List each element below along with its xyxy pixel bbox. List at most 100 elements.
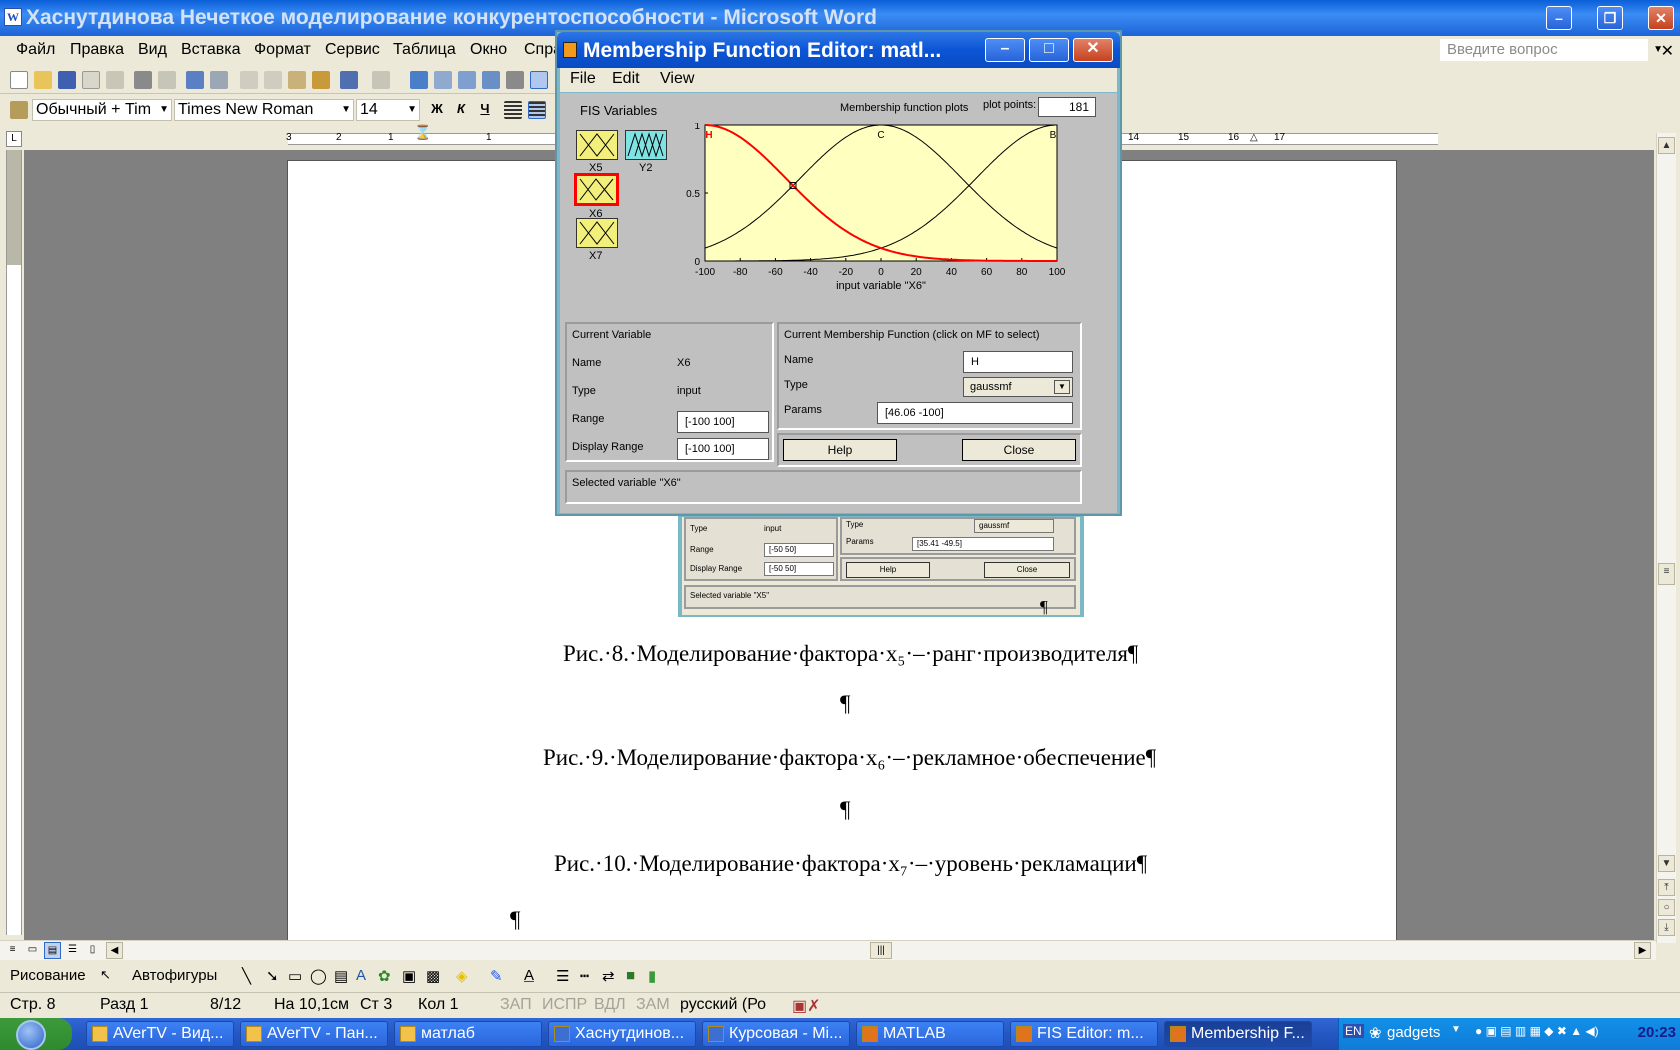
- print-icon[interactable]: [134, 71, 152, 89]
- oval-icon[interactable]: ◯: [310, 967, 327, 985]
- insert-table-icon[interactable]: [458, 71, 476, 89]
- taskbar-item-avertv-panel[interactable]: AVerTV - Пан...: [240, 1021, 388, 1047]
- paste-icon[interactable]: [288, 71, 306, 89]
- start-button[interactable]: [0, 1018, 72, 1050]
- spelling-status-icon[interactable]: ▣✗: [792, 996, 821, 1016]
- draw-menu[interactable]: Рисование: [10, 967, 86, 984]
- font-combo[interactable]: Times New Roman ▼: [174, 99, 354, 121]
- indent-marker-icon[interactable]: ⌛: [414, 124, 431, 141]
- previous-page-icon[interactable]: ⤒: [1658, 879, 1675, 896]
- ask-question-input[interactable]: Введите вопрос: [1440, 39, 1663, 61]
- shadow-icon[interactable]: ■: [626, 967, 635, 984]
- insert-excel-icon[interactable]: [482, 71, 500, 89]
- new-document-icon[interactable]: [10, 71, 28, 89]
- normal-view-icon[interactable]: ≡: [4, 942, 21, 959]
- clipart-icon[interactable]: ▣: [402, 967, 416, 985]
- 3d-icon[interactable]: ▮: [648, 967, 656, 985]
- font-color-icon[interactable]: A: [524, 967, 534, 984]
- textbox-icon[interactable]: ▤: [334, 967, 348, 985]
- scroll-up-icon[interactable]: ▲: [1658, 137, 1675, 154]
- picture-icon[interactable]: ▩: [426, 967, 440, 985]
- membership-function-plot[interactable]: -100 -80 -60 -40 -20 0 20 40 60 80 100 0 0.5 1 input v…: [668, 123, 1080, 291]
- taskbar-item-matlab[interactable]: MATLAB: [856, 1021, 1004, 1047]
- hscroll-thumb[interactable]: |||: [870, 942, 892, 959]
- dialog-menu-file[interactable]: File: [570, 70, 596, 88]
- taskbar-item-avertv-video[interactable]: AVerTV - Вид...: [86, 1021, 234, 1047]
- mf-params-input[interactable]: [46.06 -100]: [877, 402, 1073, 424]
- wordart-icon[interactable]: A: [356, 967, 366, 984]
- redo-icon[interactable]: [372, 71, 390, 89]
- restore-button[interactable]: ❐: [1597, 6, 1623, 30]
- font-size-combo[interactable]: 14 ▼: [356, 99, 420, 121]
- autoshapes-menu[interactable]: Автофигуры: [132, 967, 217, 984]
- fis-variable-y2[interactable]: [625, 130, 667, 160]
- horizontal-scrollbar[interactable]: ≡ ▭ ▤ ☰ ▯ ◀ ||| ▶: [0, 940, 1656, 960]
- fis-variable-x6[interactable]: [574, 173, 619, 206]
- format-painter-icon[interactable]: [312, 71, 330, 89]
- scroll-left-icon[interactable]: ◀: [106, 942, 123, 959]
- select-objects-icon[interactable]: ↖: [100, 967, 111, 983]
- undo-icon[interactable]: [340, 71, 358, 89]
- menu-view[interactable]: Вид: [138, 41, 167, 59]
- mf-name-input[interactable]: H: [963, 351, 1073, 373]
- plot-points-input[interactable]: 181: [1038, 97, 1096, 117]
- close-dialog-button[interactable]: Close: [962, 439, 1076, 461]
- browse-object-icon[interactable]: ○: [1658, 899, 1675, 916]
- italic-icon[interactable]: К: [452, 101, 470, 119]
- bold-icon[interactable]: Ж: [428, 101, 446, 119]
- status-extend[interactable]: ВДЛ: [594, 996, 626, 1014]
- taskbar-item-matlab-folder[interactable]: матлаб: [394, 1021, 542, 1047]
- status-record[interactable]: ЗАП: [500, 996, 532, 1014]
- open-folder-icon[interactable]: [34, 71, 52, 89]
- scroll-right-icon[interactable]: ▶: [1634, 942, 1651, 959]
- tray-app-icons[interactable]: ● ▣ ▤ ▥ ▦ ◆ ✖ ▲ ◀): [1475, 1024, 1599, 1038]
- dialog-close-button[interactable]: ✕: [1073, 38, 1113, 62]
- close-button[interactable]: ✕: [1648, 6, 1674, 30]
- menu-insert[interactable]: Вставка: [181, 41, 240, 59]
- taskbar-item-fis-editor[interactable]: FIS Editor: m...: [1010, 1021, 1158, 1047]
- arrow-style-icon[interactable]: ⇄: [602, 967, 615, 985]
- arrow-icon[interactable]: ➘: [266, 967, 279, 985]
- save-icon[interactable]: [58, 71, 76, 89]
- cut-icon[interactable]: [240, 71, 258, 89]
- right-indent-icon[interactable]: △: [1250, 132, 1258, 143]
- print-layout-view-icon[interactable]: ▤: [44, 942, 61, 959]
- chevron-down-icon[interactable]: ▼: [1451, 1024, 1461, 1035]
- var-range-input[interactable]: [-100 100]: [677, 411, 769, 433]
- taskbar-item-word-doc1[interactable]: Хаснутдинов...: [548, 1021, 696, 1047]
- drawing-icon[interactable]: [530, 71, 548, 89]
- dialog-minimize-button[interactable]: –: [985, 38, 1025, 62]
- dialog-maximize-button[interactable]: □: [1029, 38, 1069, 62]
- menu-table[interactable]: Таблица: [393, 41, 456, 59]
- permission-icon[interactable]: [82, 71, 100, 89]
- research-icon[interactable]: [210, 71, 228, 89]
- line-color-icon[interactable]: ✎: [490, 967, 503, 985]
- tables-borders-icon[interactable]: [434, 71, 452, 89]
- dash-style-icon[interactable]: ┅: [580, 967, 589, 985]
- word-app-icon[interactable]: W: [4, 8, 22, 26]
- fis-variable-x7[interactable]: [576, 218, 618, 248]
- dialog-title-bar[interactable]: Membership Function Editor: matl... – □ …: [557, 32, 1120, 68]
- menu-format[interactable]: Формат: [254, 41, 311, 59]
- var-display-range-input[interactable]: [-100 100]: [677, 438, 769, 460]
- styles-icon[interactable]: [10, 101, 28, 119]
- dialog-menu-edit[interactable]: Edit: [612, 70, 640, 88]
- email-icon[interactable]: [106, 71, 124, 89]
- taskbar-item-word-doc2[interactable]: Курсовая - Mi...: [702, 1021, 850, 1047]
- minimize-button[interactable]: –: [1546, 6, 1572, 30]
- style-combo[interactable]: Обычный + Tim ▼: [32, 99, 172, 121]
- fill-color-icon[interactable]: ◈: [456, 967, 468, 985]
- dialog-menu-view[interactable]: View: [660, 70, 694, 88]
- menu-tools[interactable]: Сервис: [325, 41, 380, 59]
- spelling-icon[interactable]: [186, 71, 204, 89]
- menu-window[interactable]: Окно: [470, 41, 507, 59]
- diagram-icon[interactable]: ✿: [378, 967, 391, 985]
- web-view-icon[interactable]: ▭: [24, 942, 41, 959]
- clock[interactable]: 20:23: [1638, 1024, 1676, 1041]
- status-track-changes[interactable]: ИСПР: [542, 996, 587, 1014]
- menu-file[interactable]: Файл: [16, 41, 55, 59]
- outline-view-icon[interactable]: ☰: [64, 942, 81, 959]
- hyperlink-icon[interactable]: [410, 71, 428, 89]
- menu-edit[interactable]: Правка: [70, 41, 124, 59]
- language-indicator[interactable]: EN: [1343, 1024, 1364, 1038]
